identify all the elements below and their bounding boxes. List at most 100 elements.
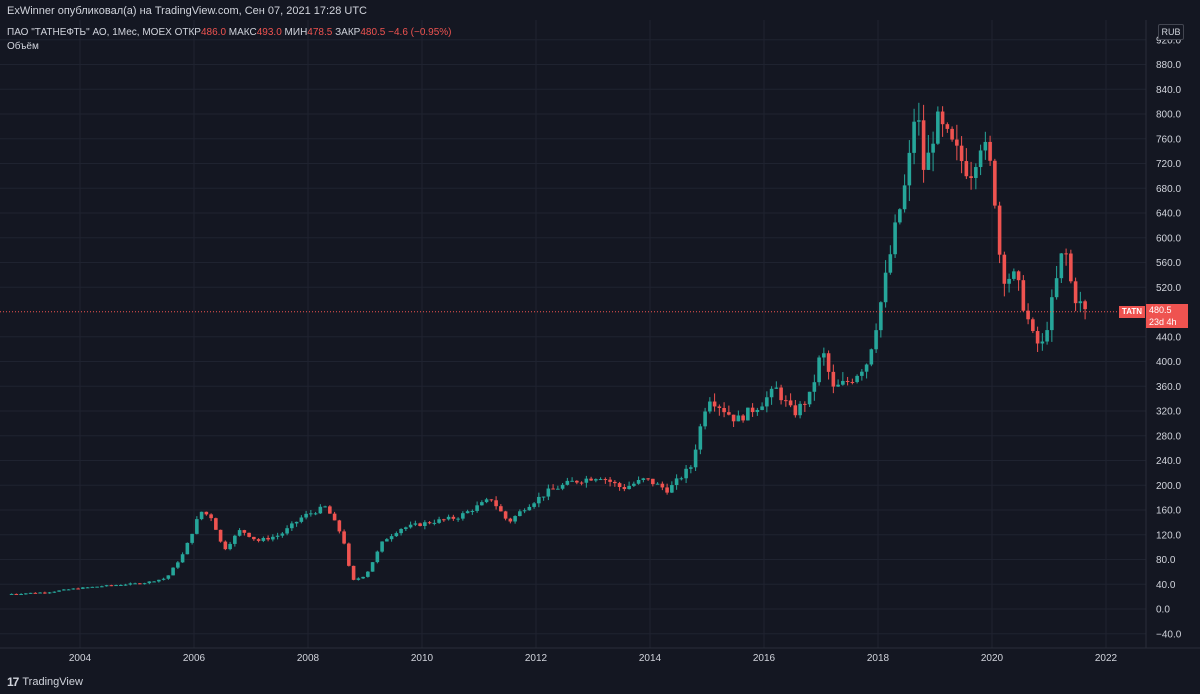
y-tick-label: 680.0 xyxy=(1156,184,1181,195)
candle-body xyxy=(689,467,693,469)
candle-body xyxy=(641,478,646,480)
candle-body xyxy=(418,523,422,526)
candle-body xyxy=(437,519,441,523)
publisher-line: ExWinner опубликовал(а) на TradingView.c… xyxy=(7,5,367,17)
candle-body xyxy=(432,522,437,524)
candle-body xyxy=(385,539,389,542)
candle-body xyxy=(204,511,209,515)
candle-body xyxy=(1021,280,1026,311)
price-chart[interactable]: 2004 2006 2008 2010 2012 2014 2016 2018 2020 2022… xyxy=(0,20,1200,670)
y-tick-label: 160.0 xyxy=(1156,506,1181,517)
candle-body xyxy=(304,513,308,518)
candle-body xyxy=(233,535,237,544)
candle-body xyxy=(788,400,793,406)
candle-body xyxy=(674,478,679,486)
candle-body xyxy=(912,121,916,153)
candle-body xyxy=(480,502,484,506)
close-value: 480.5 xyxy=(360,27,386,38)
candle-body xyxy=(285,528,289,534)
candle-body xyxy=(180,554,185,563)
candle-body xyxy=(394,533,399,537)
candle-body xyxy=(1035,331,1040,344)
candle-body xyxy=(442,519,446,521)
candle-body xyxy=(997,205,1002,255)
candle-body xyxy=(271,536,275,540)
candle-body xyxy=(427,522,432,524)
candle-body xyxy=(532,503,536,507)
candle-body xyxy=(47,592,52,594)
candle-body xyxy=(332,513,337,521)
candle-body xyxy=(646,478,650,480)
x-tick-label: 2020 xyxy=(981,653,1004,664)
candle-body xyxy=(451,516,456,519)
candle-body xyxy=(750,407,755,413)
y-tick-label: 800.0 xyxy=(1156,110,1181,121)
tradingview-logo[interactable]: 17 TradingView xyxy=(7,675,83,689)
candle-body xyxy=(361,576,365,579)
open-label: ОТКР xyxy=(174,27,201,38)
candle-body xyxy=(1054,278,1059,298)
candle-body xyxy=(598,479,603,481)
candle-body xyxy=(190,533,194,543)
candle-body xyxy=(76,588,80,590)
y-tick-label: 80.0 xyxy=(1156,555,1176,566)
candle-body xyxy=(1002,254,1007,284)
y-tick-label: 600.0 xyxy=(1156,233,1181,244)
candle-body xyxy=(214,518,218,530)
candle-body xyxy=(337,520,342,532)
currency-badge[interactable]: RUB xyxy=(1158,24,1184,40)
candle-body xyxy=(560,484,565,489)
candle-body xyxy=(133,583,137,585)
candle-body xyxy=(33,592,38,594)
high-value: 493.0 xyxy=(256,27,282,38)
candle-body xyxy=(380,541,384,552)
candle-body xyxy=(494,500,498,507)
candle-body xyxy=(413,523,418,525)
candle-body xyxy=(755,409,760,413)
candle-body xyxy=(945,124,950,129)
y-tick-label: 560.0 xyxy=(1156,258,1181,269)
low-label: МИН xyxy=(284,27,308,38)
candle-body xyxy=(28,592,33,594)
candle-body xyxy=(71,588,76,590)
candle-body xyxy=(342,531,346,544)
candle-body xyxy=(1007,278,1011,284)
candle-body xyxy=(366,571,370,577)
y-axis[interactable]: −40.0 0.0 40.0 80.0 120.0 160.0 200.0 240.0 280.… xyxy=(1156,35,1182,640)
y-tick-label: 320.0 xyxy=(1156,407,1181,418)
y-tick-label: 360.0 xyxy=(1156,382,1181,393)
candle-body xyxy=(836,384,840,387)
y-tick-label: 240.0 xyxy=(1156,456,1181,467)
candle-body xyxy=(926,152,931,170)
y-tick-label: 880.0 xyxy=(1156,60,1181,71)
x-tick-label: 2004 xyxy=(69,653,92,664)
x-axis: 2004 2006 2008 2010 2012 2014 2016 2018 2020 2022 xyxy=(69,653,1118,664)
candle-body xyxy=(119,584,123,586)
candle-body xyxy=(850,381,855,383)
candle-body xyxy=(779,387,783,401)
y-tick-label: 720.0 xyxy=(1156,159,1181,170)
candle-body xyxy=(841,380,845,385)
candle-body xyxy=(727,412,731,415)
candle-body xyxy=(541,496,546,498)
candle-body xyxy=(812,382,817,392)
y-tick-label: 0.0 xyxy=(1156,605,1170,616)
candle-body xyxy=(1064,253,1068,255)
candle-body xyxy=(983,141,988,151)
volume-label[interactable]: Объём xyxy=(7,41,39,52)
y-tick-label: 760.0 xyxy=(1156,134,1181,145)
candle-body xyxy=(218,529,223,542)
candle-body xyxy=(898,209,902,223)
candle-body xyxy=(199,511,204,520)
candle-body xyxy=(290,523,294,529)
candle-body xyxy=(803,403,807,405)
candle-body xyxy=(584,478,589,483)
x-tick-label: 2014 xyxy=(639,653,662,664)
candle-body xyxy=(313,513,318,515)
candle-body xyxy=(356,578,361,580)
candle-body xyxy=(546,488,551,497)
candle-body xyxy=(228,543,232,550)
candle-body xyxy=(128,583,133,585)
candle-body xyxy=(921,120,926,170)
candle-body xyxy=(855,375,859,383)
